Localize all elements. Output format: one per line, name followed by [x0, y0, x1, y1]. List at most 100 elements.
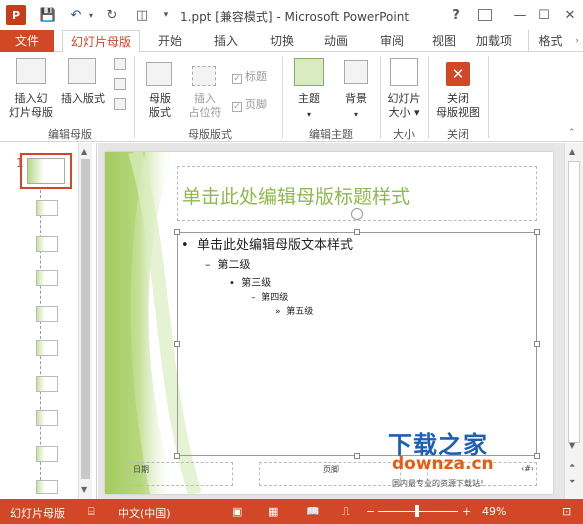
- scrollbar-thumb[interactable]: [81, 159, 90, 479]
- level-5-text: 第五级: [286, 307, 314, 317]
- background-button[interactable]: 背景: [338, 92, 374, 106]
- theme-button[interactable]: 主题: [290, 92, 328, 106]
- tab-slide-master[interactable]: 幻灯片母版: [62, 30, 140, 53]
- undo-icon[interactable]: ↶: [66, 5, 86, 25]
- ribbon-display-options-icon[interactable]: [478, 9, 492, 21]
- insert-placeholder-button[interactable]: 插入 占位符: [182, 92, 228, 120]
- tab-format[interactable]: 格式: [528, 30, 572, 52]
- resize-handle[interactable]: [534, 453, 540, 459]
- rotate-handle-icon[interactable]: [351, 208, 363, 220]
- zoom-level[interactable]: 49%: [482, 505, 506, 518]
- redo-icon[interactable]: ↻: [102, 5, 122, 25]
- master-layout-label-1: 母版: [149, 92, 171, 105]
- rename-icon[interactable]: [114, 78, 126, 90]
- previous-slide-icon[interactable]: ⏶: [569, 461, 575, 471]
- slide-vertical-scrollbar[interactable]: ▲ ▼ ⏶ ⏷: [564, 143, 583, 499]
- tab-home[interactable]: 开始: [146, 30, 194, 52]
- text-level-2[interactable]: – 第二级: [205, 256, 251, 272]
- tab-view[interactable]: 视图: [420, 30, 468, 52]
- slide-size-button[interactable]: 幻灯片 大小 ▾: [382, 92, 426, 120]
- status-language[interactable]: 中文(中国): [118, 505, 171, 521]
- resize-handle[interactable]: [354, 453, 360, 459]
- slide-number-text: ‹#›: [521, 464, 535, 473]
- collapse-ribbon-icon[interactable]: ⌃: [568, 128, 576, 138]
- slide-sorter-icon[interactable]: ▦: [268, 505, 278, 518]
- text-level-1[interactable]: • 单击此处编辑母版文本样式: [181, 234, 353, 253]
- scroll-up-icon[interactable]: ▲: [81, 147, 87, 156]
- zoom-slider-thumb[interactable]: [415, 505, 420, 517]
- master-title-text[interactable]: 单击此处编辑母版标题样式: [182, 182, 410, 209]
- layout-thumbnail[interactable]: [36, 200, 58, 216]
- scroll-down-icon[interactable]: ▼: [81, 485, 87, 494]
- help-icon[interactable]: ?: [446, 5, 466, 25]
- footer-checkbox[interactable]: ✓ 页脚: [232, 96, 267, 112]
- watermark-slogan: 国内最专业的资源下载站！: [392, 479, 488, 488]
- text-level-4[interactable]: – 第四级: [251, 290, 288, 303]
- insert-layout-button[interactable]: 插入版式: [56, 92, 110, 106]
- text-level-5[interactable]: » 第五级: [275, 304, 313, 317]
- tab-animations[interactable]: 动画: [312, 30, 360, 52]
- next-slide-icon[interactable]: ⏷: [569, 477, 575, 487]
- slideshow-view-icon[interactable]: ⎍: [342, 505, 350, 519]
- title-checkbox[interactable]: ✓ 标题: [232, 68, 267, 84]
- scroll-down-icon[interactable]: ▼: [569, 441, 575, 450]
- insert-slide-master-button[interactable]: 插入幻 灯片母版: [4, 92, 58, 120]
- layout-thumbnail[interactable]: [36, 236, 58, 252]
- insert-slide-master-icon: [16, 58, 46, 84]
- normal-view-icon[interactable]: ▣: [232, 505, 242, 518]
- resize-handle[interactable]: [174, 341, 180, 347]
- theme-dropdown-icon[interactable]: ▾: [290, 108, 328, 122]
- layout-thumbnail[interactable]: [36, 376, 58, 392]
- layout-thumbnail[interactable]: [36, 446, 58, 462]
- resize-handle[interactable]: [534, 341, 540, 347]
- ribbon-tab-row: 文件 幻灯片母版 开始 插入 切换 动画 审阅 视图 加载项 格式 ›: [0, 30, 583, 53]
- zoom-in-icon[interactable]: +: [462, 505, 471, 518]
- save-icon[interactable]: 💾: [38, 5, 58, 25]
- tab-transitions[interactable]: 切换: [258, 30, 306, 52]
- minimize-icon[interactable]: —: [510, 5, 530, 25]
- layout-thumbnail[interactable]: [36, 480, 58, 494]
- close-master-label-2: 母版视图: [436, 106, 480, 119]
- group-separator: [380, 56, 381, 138]
- layout-thumbnail[interactable]: [36, 340, 58, 356]
- tab-addins[interactable]: 加载项: [466, 30, 522, 52]
- group-label-edit-theme: 编辑主题: [309, 128, 353, 141]
- maximize-icon[interactable]: ☐: [534, 5, 554, 25]
- zoom-out-icon[interactable]: −: [366, 505, 375, 518]
- text-level-3[interactable]: • 第三级: [229, 274, 271, 289]
- tab-file[interactable]: 文件: [0, 30, 54, 52]
- window-title: 1.ppt [兼容模式] - Microsoft PowerPoint: [180, 10, 410, 24]
- slideshow-icon[interactable]: ◫: [132, 5, 152, 25]
- resize-handle[interactable]: [534, 229, 540, 235]
- tab-insert[interactable]: 插入: [202, 30, 250, 52]
- layout-thumbnail[interactable]: [36, 270, 58, 286]
- master-layout-icon: [146, 62, 172, 86]
- preserve-icon[interactable]: [114, 98, 126, 110]
- layout-thumbnail[interactable]: [36, 410, 58, 426]
- resize-handle[interactable]: [174, 453, 180, 459]
- reading-view-icon[interactable]: 📖: [306, 505, 320, 518]
- group-label-size: 大小: [393, 128, 415, 141]
- level-1-text: 单击此处编辑母版文本样式: [196, 238, 353, 253]
- fit-to-window-icon[interactable]: ⊡: [562, 505, 571, 518]
- level-2-text: 第二级: [217, 258, 251, 271]
- scroll-up-icon[interactable]: ▲: [569, 147, 575, 156]
- tab-scroll-right-icon[interactable]: ›: [571, 30, 583, 52]
- spelling-check-icon[interactable]: ⌸: [88, 505, 95, 519]
- tab-review[interactable]: 审阅: [368, 30, 416, 52]
- close-master-view-icon: ✕: [446, 62, 470, 86]
- delete-icon[interactable]: [114, 58, 126, 70]
- close-master-view-button[interactable]: 关闭 母版视图: [430, 92, 486, 120]
- master-thumbnail-preview: [27, 158, 65, 184]
- scrollbar-thumb[interactable]: [568, 161, 580, 443]
- master-layout-button[interactable]: 母版 版式: [140, 92, 180, 120]
- close-icon[interactable]: ✕: [560, 5, 580, 25]
- background-dropdown-icon[interactable]: ▾: [338, 108, 374, 122]
- resize-handle[interactable]: [354, 229, 360, 235]
- resize-handle[interactable]: [174, 229, 180, 235]
- customize-toolbar-icon[interactable]: ▾: [160, 5, 172, 25]
- thumbnail-scrollbar[interactable]: ▲ ▼: [78, 143, 92, 499]
- layout-thumbnail[interactable]: [36, 306, 58, 322]
- level-3-text: 第三级: [241, 278, 272, 289]
- undo-dropdown-icon[interactable]: ▾: [86, 5, 96, 25]
